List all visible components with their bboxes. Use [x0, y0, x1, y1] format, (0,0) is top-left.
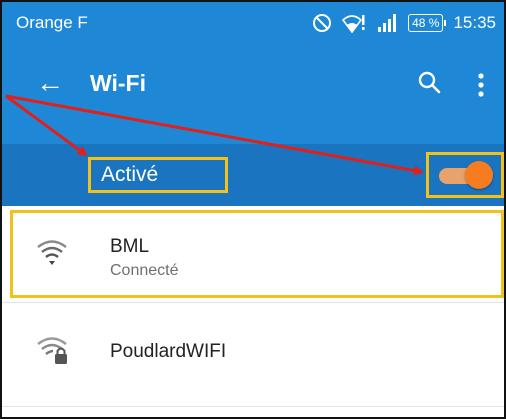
battery-icon: 48 %: [408, 14, 447, 32]
do-not-disturb-icon: [313, 14, 332, 32]
page-title: Wi-Fi: [90, 70, 146, 96]
wifi-locked-icon: [37, 337, 67, 364]
network-item-poudlardwifi[interactable]: PoudlardWIFI: [2, 302, 504, 407]
wifi-toggle-knob[interactable]: [465, 161, 493, 189]
connected-network-highlight: [10, 210, 504, 298]
arrow-left-icon[interactable]: ←: [36, 68, 64, 98]
wifi-status-label: Activé: [88, 157, 228, 193]
status-bar: Orange F 48 % 15:35: [2, 2, 504, 44]
network-item-bml[interactable]: BML Connecté: [2, 208, 504, 298]
wifi-signal-icon: [37, 240, 67, 265]
status-icons: 48 % 15:35: [312, 10, 496, 36]
clock: 15:35: [453, 13, 496, 32]
search-icon[interactable]: [417, 70, 441, 94]
network-ssid: PoudlardWIFI: [110, 341, 227, 362]
network-status: Connecté: [110, 262, 179, 279]
app-toolbar: ← Wi-Fi: [2, 44, 504, 144]
network-ssid: BML: [110, 236, 150, 257]
phone-screen: Orange F 48 % 15:35 ← Wi-Fi Activé BML C…: [0, 0, 506, 419]
signal-icon: [378, 14, 397, 32]
carrier-name: Orange F: [16, 13, 88, 32]
more-vert-icon[interactable]: [476, 72, 486, 98]
wifi-switch-bar[interactable]: Activé: [2, 144, 504, 206]
wifi-alert-icon: [342, 15, 365, 34]
wifi-toggle-highlight: [426, 152, 504, 198]
